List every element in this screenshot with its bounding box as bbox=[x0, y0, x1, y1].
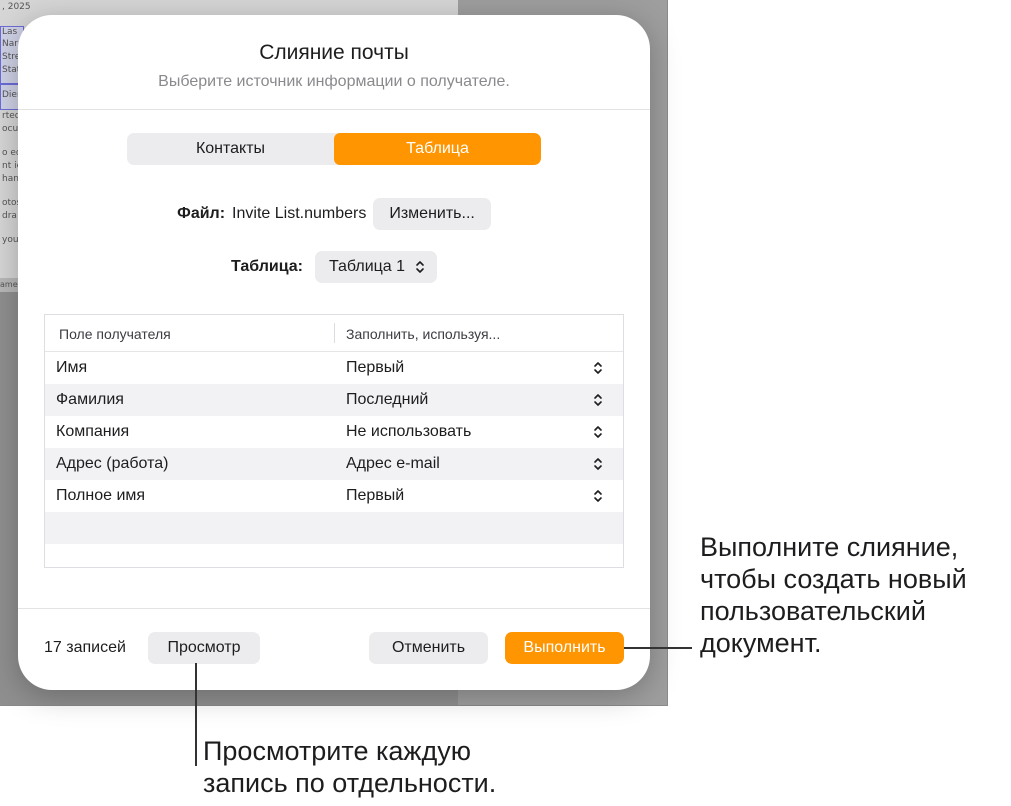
background-text: you bbox=[2, 235, 19, 245]
table-row: Адрес (работа) Адрес e-mail bbox=[45, 448, 623, 480]
chevron-up-down-icon[interactable] bbox=[593, 361, 603, 380]
callout-preview-line: запись по отдельности. bbox=[203, 768, 497, 798]
callout-line-preview bbox=[195, 663, 197, 766]
table-header: Поле получателя Заполнить, используя... bbox=[45, 315, 623, 352]
file-label: Файл: bbox=[177, 205, 226, 222]
dialog-title: Слияние почты bbox=[259, 41, 409, 64]
table-row: Имя Первый bbox=[45, 352, 623, 384]
table-row-empty bbox=[45, 512, 623, 544]
callout-run-line: пользовательский bbox=[700, 596, 926, 626]
table-popup-value: Таблица 1 bbox=[328, 258, 406, 275]
callout-run-line: чтобы создать новый bbox=[700, 564, 967, 594]
file-row: Файл: Invite List.numbers Изменить... bbox=[18, 198, 650, 230]
fill-using-popup[interactable]: Не использовать bbox=[346, 423, 471, 441]
callout-run-line: Выполните слияние, bbox=[700, 532, 959, 562]
run-merge-button[interactable]: Выполнить bbox=[505, 632, 624, 664]
background-text: Nar bbox=[2, 39, 18, 49]
table-popup-button[interactable]: Таблица 1 bbox=[314, 251, 438, 283]
recipient-field-name: Имя bbox=[56, 359, 88, 376]
table-row: Полное имя Первый bbox=[45, 480, 623, 512]
fill-using-popup[interactable]: Первый bbox=[346, 487, 404, 505]
background-date: , 2025 bbox=[2, 2, 31, 12]
table-row: Фамилия Последний bbox=[45, 384, 623, 416]
column-header-recipient-field: Поле получателя bbox=[59, 326, 171, 342]
fill-using-popup[interactable]: Адрес e-mail bbox=[346, 455, 440, 473]
records-count: 17 записей bbox=[44, 639, 126, 656]
recipient-fields-table: Поле получателя Заполнить, используя... … bbox=[44, 314, 624, 568]
background-text: dra bbox=[2, 211, 17, 221]
source-segmented-control: Контакты Таблица bbox=[127, 133, 541, 165]
table-label: Таблица: bbox=[230, 258, 303, 275]
mail-merge-dialog: Слияние почты Выберите источник информац… bbox=[18, 15, 650, 690]
header-divider bbox=[18, 109, 650, 110]
callout-run-text: Выполните слияние, чтобы создать новый п… bbox=[700, 531, 967, 659]
change-file-button[interactable]: Изменить... bbox=[373, 198, 491, 230]
chevron-up-down-icon[interactable] bbox=[593, 393, 603, 412]
fill-using-popup[interactable]: Первый bbox=[346, 359, 404, 377]
callout-preview-text: Просмотрите каждую запись по отдельности… bbox=[203, 735, 496, 799]
column-header-fill-using: Заполнить, используя... bbox=[346, 326, 501, 342]
callout-line-run bbox=[624, 647, 692, 649]
chevron-up-down-icon[interactable] bbox=[593, 425, 603, 444]
recipient-field-name: Компания bbox=[56, 423, 130, 440]
chevron-up-down-icon[interactable] bbox=[593, 457, 603, 476]
chevron-up-down-icon bbox=[415, 260, 425, 274]
column-divider bbox=[334, 323, 335, 343]
table-row: Компания Не использовать bbox=[45, 416, 623, 448]
table-select-row: Таблица: Таблица 1 bbox=[18, 251, 650, 283]
fill-using-popup[interactable]: Последний bbox=[346, 391, 428, 409]
background-text: Las bbox=[2, 27, 18, 37]
cancel-button[interactable]: Отменить bbox=[369, 632, 488, 664]
footer-divider bbox=[18, 608, 650, 609]
background-text: ocu bbox=[2, 124, 19, 134]
dialog-subtitle: Выберите источник информации о получател… bbox=[158, 73, 510, 90]
preview-button[interactable]: Просмотр bbox=[148, 632, 260, 664]
file-name: Invite List.numbers bbox=[232, 205, 367, 222]
recipient-field-name: Фамилия bbox=[56, 391, 124, 408]
chevron-up-down-icon[interactable] bbox=[593, 489, 603, 508]
recipient-field-name: Полное имя bbox=[56, 487, 146, 504]
tab-table[interactable]: Таблица bbox=[334, 133, 541, 165]
recipient-field-name: Адрес (работа) bbox=[56, 455, 169, 472]
tab-contacts[interactable]: Контакты bbox=[127, 133, 334, 165]
callout-preview-line: Просмотрите каждую bbox=[203, 736, 471, 766]
callout-run-line: документ. bbox=[700, 628, 822, 658]
